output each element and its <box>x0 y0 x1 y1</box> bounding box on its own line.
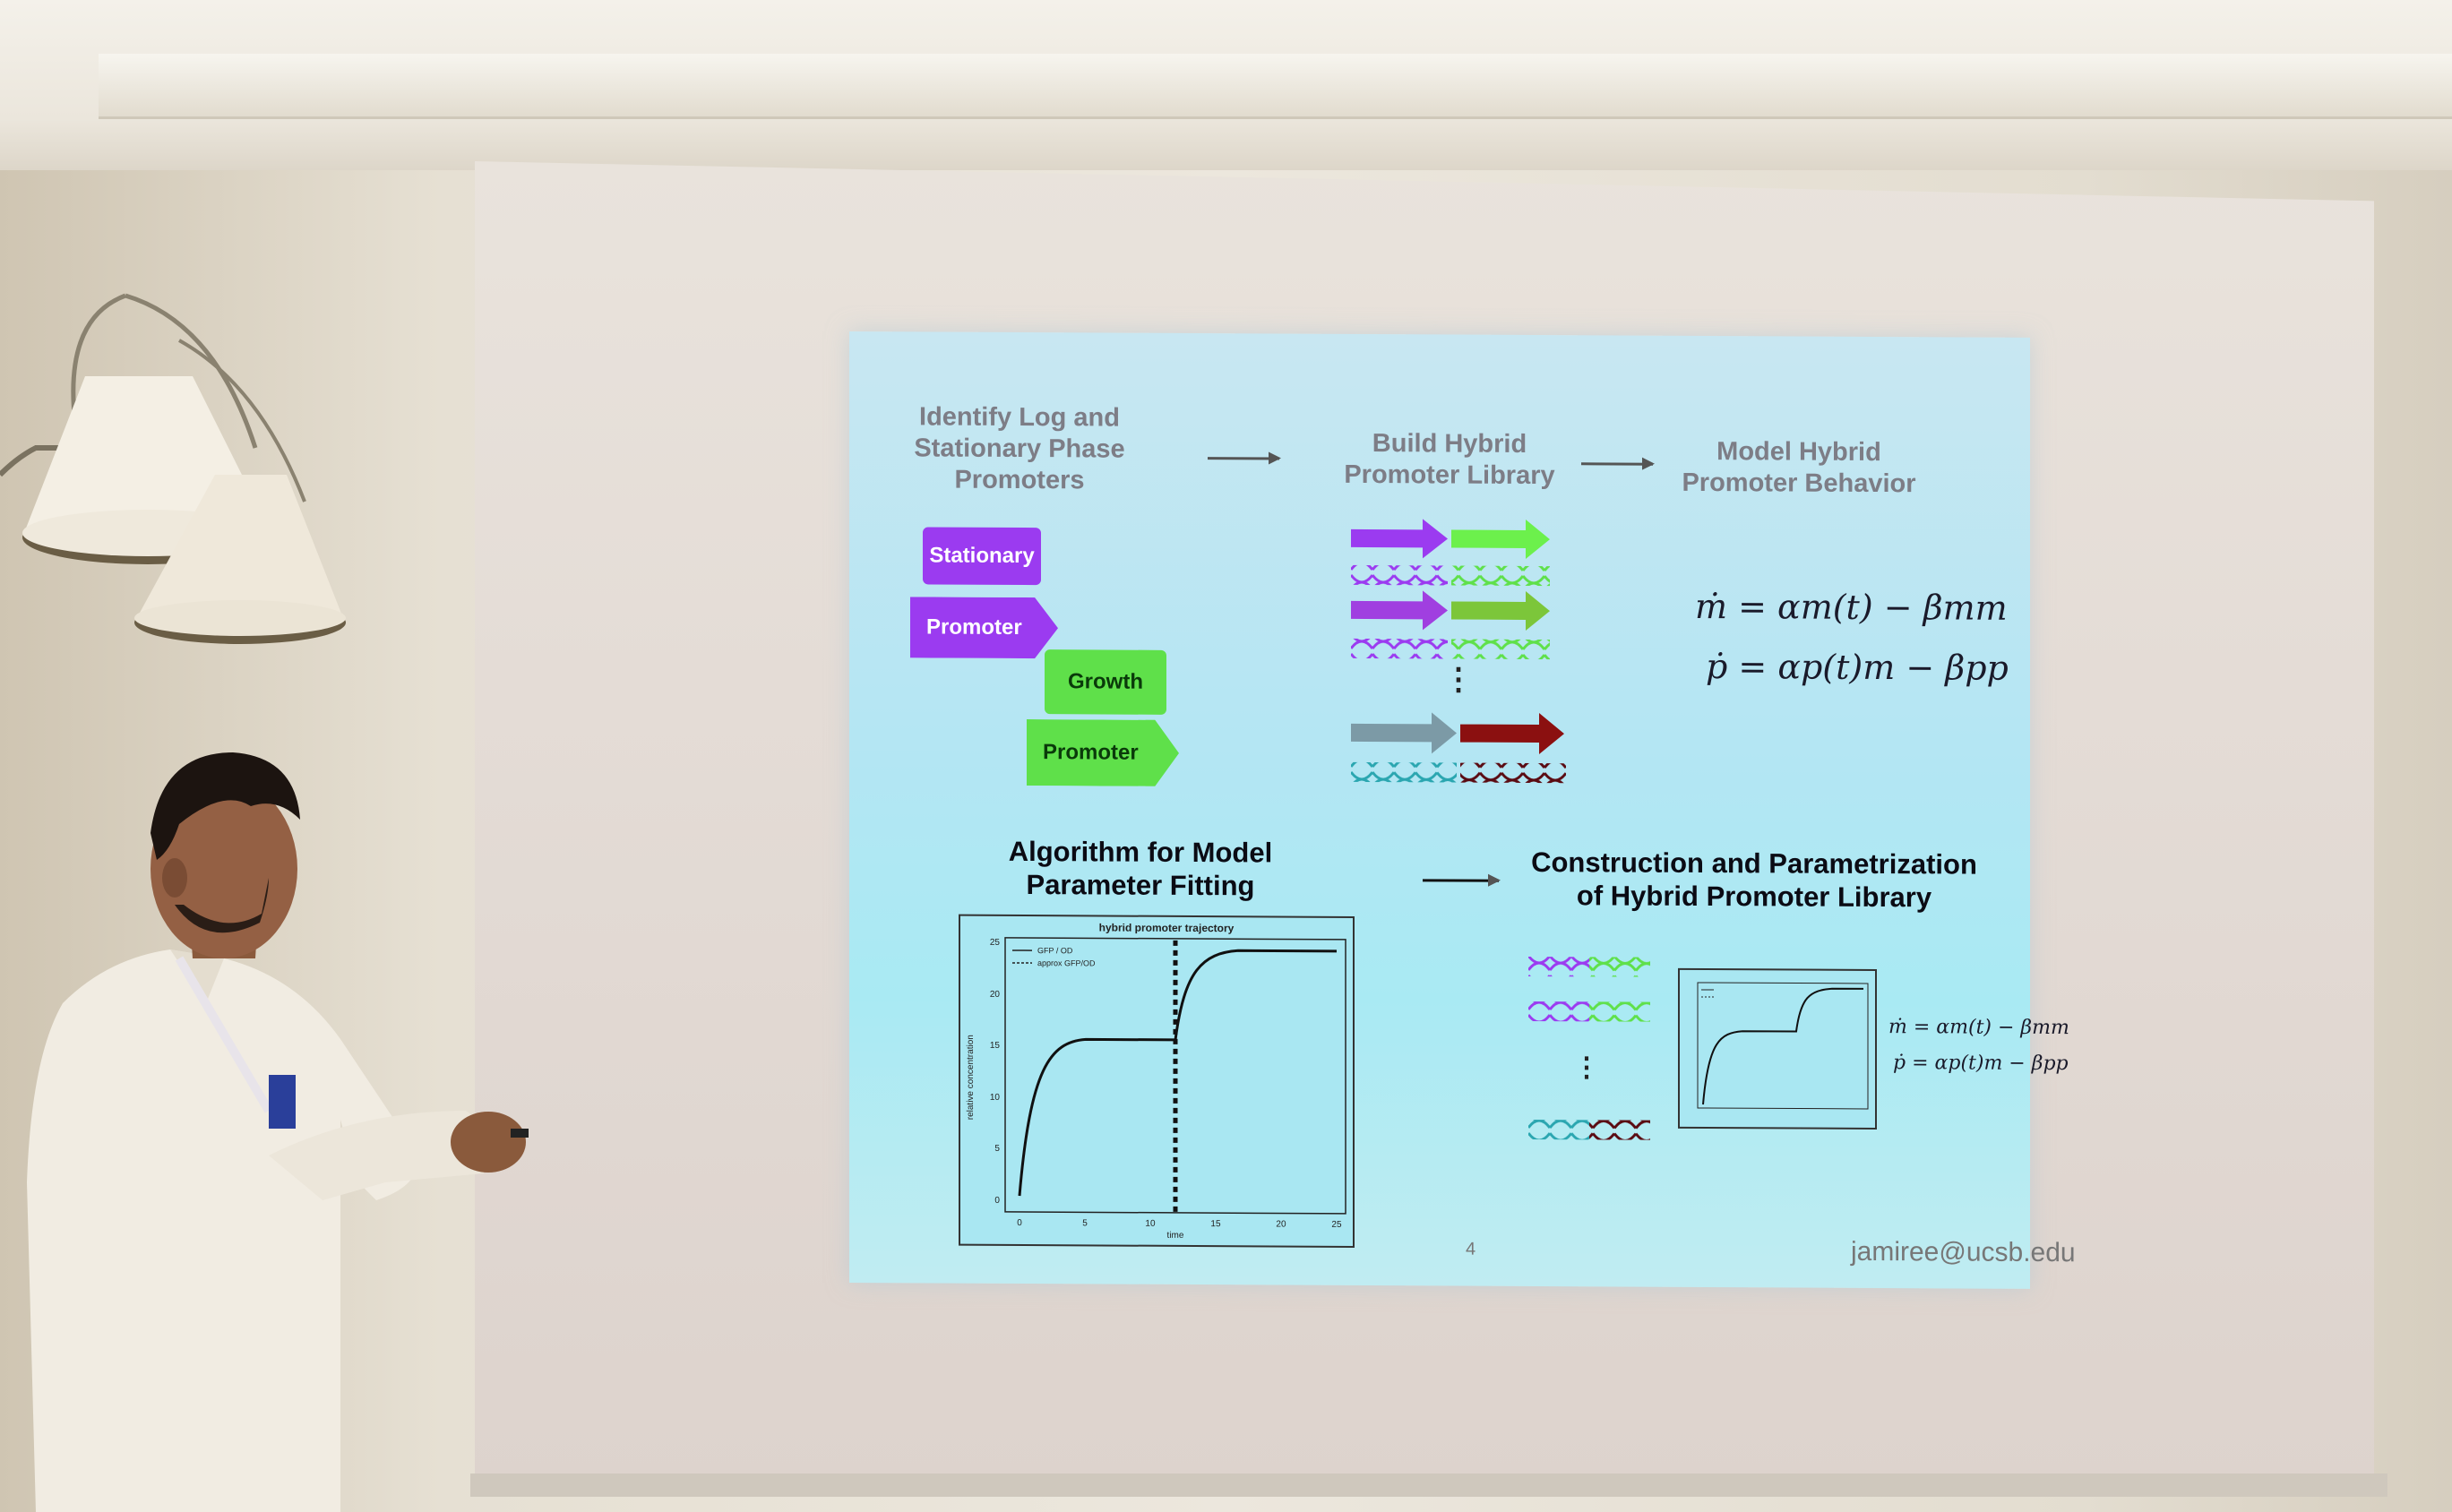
xtick-25: 25 <box>1331 1220 1342 1230</box>
legend-gfp-od: GFP / OD <box>1037 946 1073 955</box>
trajectory-curve <box>1018 949 1337 1197</box>
speaker-person <box>27 752 529 1512</box>
slide-page-number: 4 <box>1466 1239 1476 1259</box>
growth-block: Growth <box>1045 649 1166 715</box>
screen-bottom-bar <box>470 1473 2387 1497</box>
growth-promoter-arrow: Promoter <box>1027 719 1179 786</box>
author-email: jamiree@ucsb.edu <box>1851 1236 2076 1268</box>
library-ellipsis-small: ⋮ <box>1573 1052 1600 1083</box>
library-ellipsis: ⋮ <box>1443 662 1474 697</box>
wall-lamp <box>0 293 346 644</box>
ytick-5: 5 <box>994 1144 1000 1154</box>
plot-xticks: 0 5 10 15 20 25 <box>1017 1218 1342 1230</box>
plot-legend: GFP / OD approx GFP/OD <box>1012 946 1096 967</box>
xtick-0: 0 <box>1017 1218 1022 1228</box>
legend-approx-gfp-od: approx GFP/OD <box>1037 958 1096 967</box>
ytick-15: 15 <box>990 1041 1001 1051</box>
trajectory-plot: hybrid promoter trajectory relative conc… <box>959 914 1355 1248</box>
parametrized-library-graphic <box>1528 956 1650 1140</box>
step5-title: Construction and Parametrization of Hybr… <box>1531 846 1977 914</box>
plot-xlabel: time <box>1167 1231 1184 1241</box>
ceiling-cornice <box>99 54 2452 119</box>
plot-yticks: 0 5 10 15 20 25 <box>990 938 1001 1206</box>
stationary-block: Stationary <box>923 527 1041 586</box>
ytick-25: 25 <box>990 938 1001 948</box>
plot-title: hybrid promoter trajectory <box>1099 921 1235 934</box>
xtick-10: 10 <box>1145 1219 1156 1229</box>
arrow-step4-to-step5 <box>1423 879 1499 882</box>
xtick-20: 20 <box>1276 1219 1286 1229</box>
projected-slide: Identify Log and Stationary Phase Promot… <box>849 331 2076 1289</box>
stationary-promoter-arrow: Promoter <box>910 597 1058 658</box>
xtick-15: 15 <box>1210 1219 1221 1229</box>
plot-ylabel: relative concentration <box>966 1035 976 1120</box>
step2-title: Build Hybrid Promoter Library <box>1344 429 1555 490</box>
xtick-5: 5 <box>1082 1218 1088 1228</box>
step4-title: Algorithm for Model Parameter Fitting <box>1008 835 1273 902</box>
step3-title: Model Hybrid Promoter Behavior <box>1682 437 1916 499</box>
arrow-step2-to-step3 <box>1581 462 1653 466</box>
equation-mrna-small: ṁ = αm(t) − βmm <box>1888 1016 2069 1040</box>
ytick-10: 10 <box>990 1093 1001 1103</box>
equation-protein: ṗ = αp(t)m − βpp <box>1706 647 2009 688</box>
equation-protein-small: ṗ = αp(t)m − βpp <box>1893 1052 2069 1076</box>
equation-mrna: ṁ = αm(t) − βmm <box>1695 586 2008 628</box>
photo-scene: Identify Log and Stationary Phase Promot… <box>0 0 2452 1512</box>
approx-trajectory-curve <box>1019 949 1337 1197</box>
ytick-20: 20 <box>990 990 1001 1000</box>
arrow-step1-to-step2 <box>1208 457 1279 460</box>
parametrized-plot-thumbnail <box>1678 967 1877 1130</box>
ytick-0: 0 <box>994 1196 1000 1206</box>
step1-title: Identify Log and Stationary Phase Promot… <box>914 402 1125 494</box>
